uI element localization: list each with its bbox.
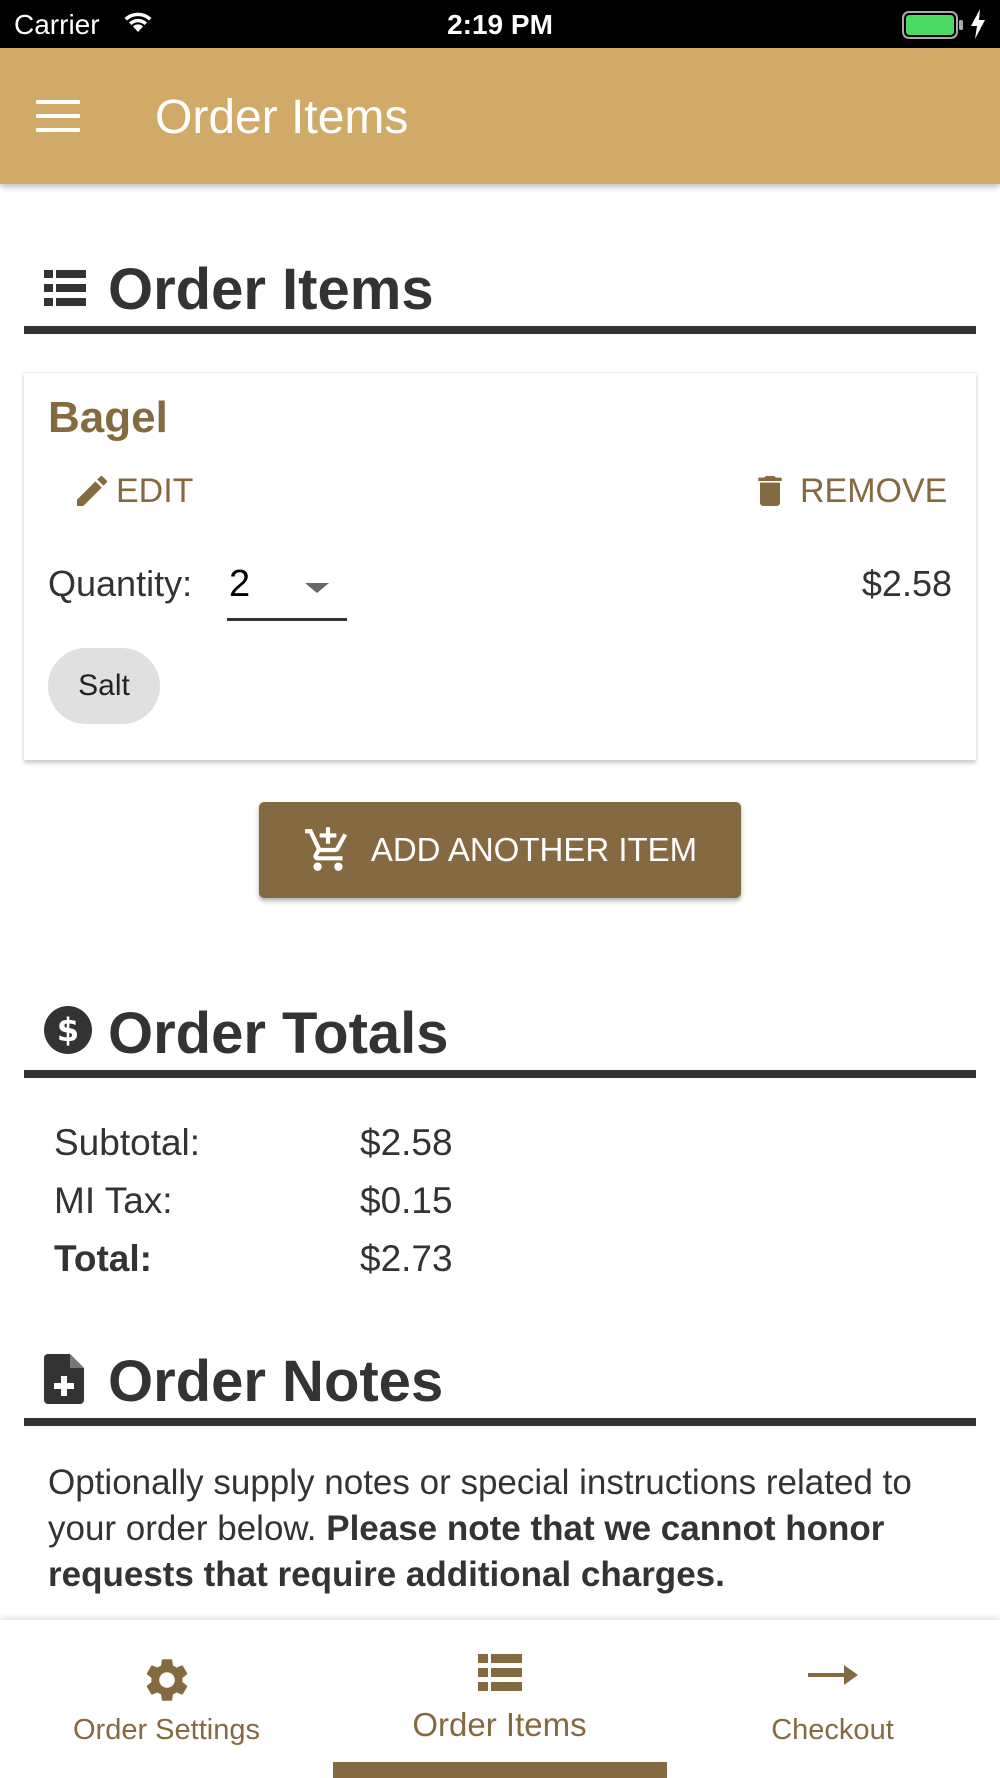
nav-order-settings[interactable]: Order Settings: [0, 1620, 333, 1778]
tax-label: MI Tax:: [54, 1180, 173, 1221]
notes-description: Optionally supply notes or special instr…: [48, 1460, 968, 1598]
status-bar: Carrier 2:19 PM: [0, 0, 1000, 48]
list-icon: [333, 1654, 666, 1697]
total-value: $2.73: [360, 1238, 453, 1279]
charging-icon: [970, 9, 986, 44]
add-another-item-label: ADD ANOTHER ITEM: [370, 831, 698, 868]
subtotal-label: Subtotal:: [54, 1122, 201, 1163]
pencil-icon: [77, 475, 108, 506]
edit-label: EDIT: [116, 471, 194, 510]
nav-order-items[interactable]: Order Items: [333, 1620, 666, 1778]
total-label: Total:: [54, 1238, 152, 1279]
trash-icon: [758, 476, 782, 506]
quantity-value: 2: [229, 563, 251, 605]
order-totals-header: $ Order Totals: [24, 998, 976, 1078]
list-icon: [44, 270, 86, 311]
order-item-card: Bagel EDIT REMOVE Quantity: 2 $2.58 Salt: [24, 372, 976, 760]
quantity-label: Quantity:: [48, 563, 193, 604]
order-notes-header: Order Notes: [24, 1346, 976, 1426]
edit-button[interactable]: EDIT: [72, 469, 193, 513]
item-name: Bagel: [48, 393, 168, 442]
bottom-nav: Order Settings Order Items Checkout: [0, 1620, 1000, 1778]
file-plus-icon: [44, 1354, 84, 1409]
chevron-down-icon: [305, 583, 329, 593]
nav-label: Checkout: [771, 1714, 894, 1746]
quantity-select[interactable]: 2: [227, 553, 347, 621]
remove-button[interactable]: REMOVE: [750, 469, 947, 513]
section-title: Order Totals: [108, 1001, 449, 1066]
active-tab-indicator: [333, 1762, 667, 1778]
section-title: Order Items: [108, 257, 434, 322]
subtotal-value: $2.58: [360, 1122, 453, 1163]
dollar-circle-icon: $: [44, 1006, 92, 1059]
item-price: $2.58: [861, 563, 952, 604]
hamburger-menu-icon[interactable]: [36, 100, 80, 132]
app-bar-title: Order Items: [155, 91, 409, 144]
add-another-item-button[interactable]: ADD ANOTHER ITEM: [259, 802, 741, 898]
section-title: Order Notes: [108, 1349, 444, 1414]
order-items-header: Order Items: [24, 254, 976, 334]
remove-label: REMOVE: [800, 471, 948, 510]
svg-text:$: $: [57, 1011, 79, 1049]
modifier-chip: Salt: [48, 648, 160, 724]
nav-checkout[interactable]: Checkout: [666, 1620, 999, 1778]
clock: 2:19 PM: [447, 9, 553, 40]
tax-value: $0.15: [360, 1180, 453, 1221]
arrow-right-icon: [666, 1660, 999, 1695]
add-to-cart-icon: [304, 827, 347, 871]
app-bar: Order Items: [0, 48, 1000, 184]
gear-icon: [0, 1654, 333, 1711]
nav-label: Order Settings: [73, 1714, 260, 1746]
nav-label: Order Items: [412, 1706, 587, 1743]
battery-icon: [902, 11, 964, 44]
